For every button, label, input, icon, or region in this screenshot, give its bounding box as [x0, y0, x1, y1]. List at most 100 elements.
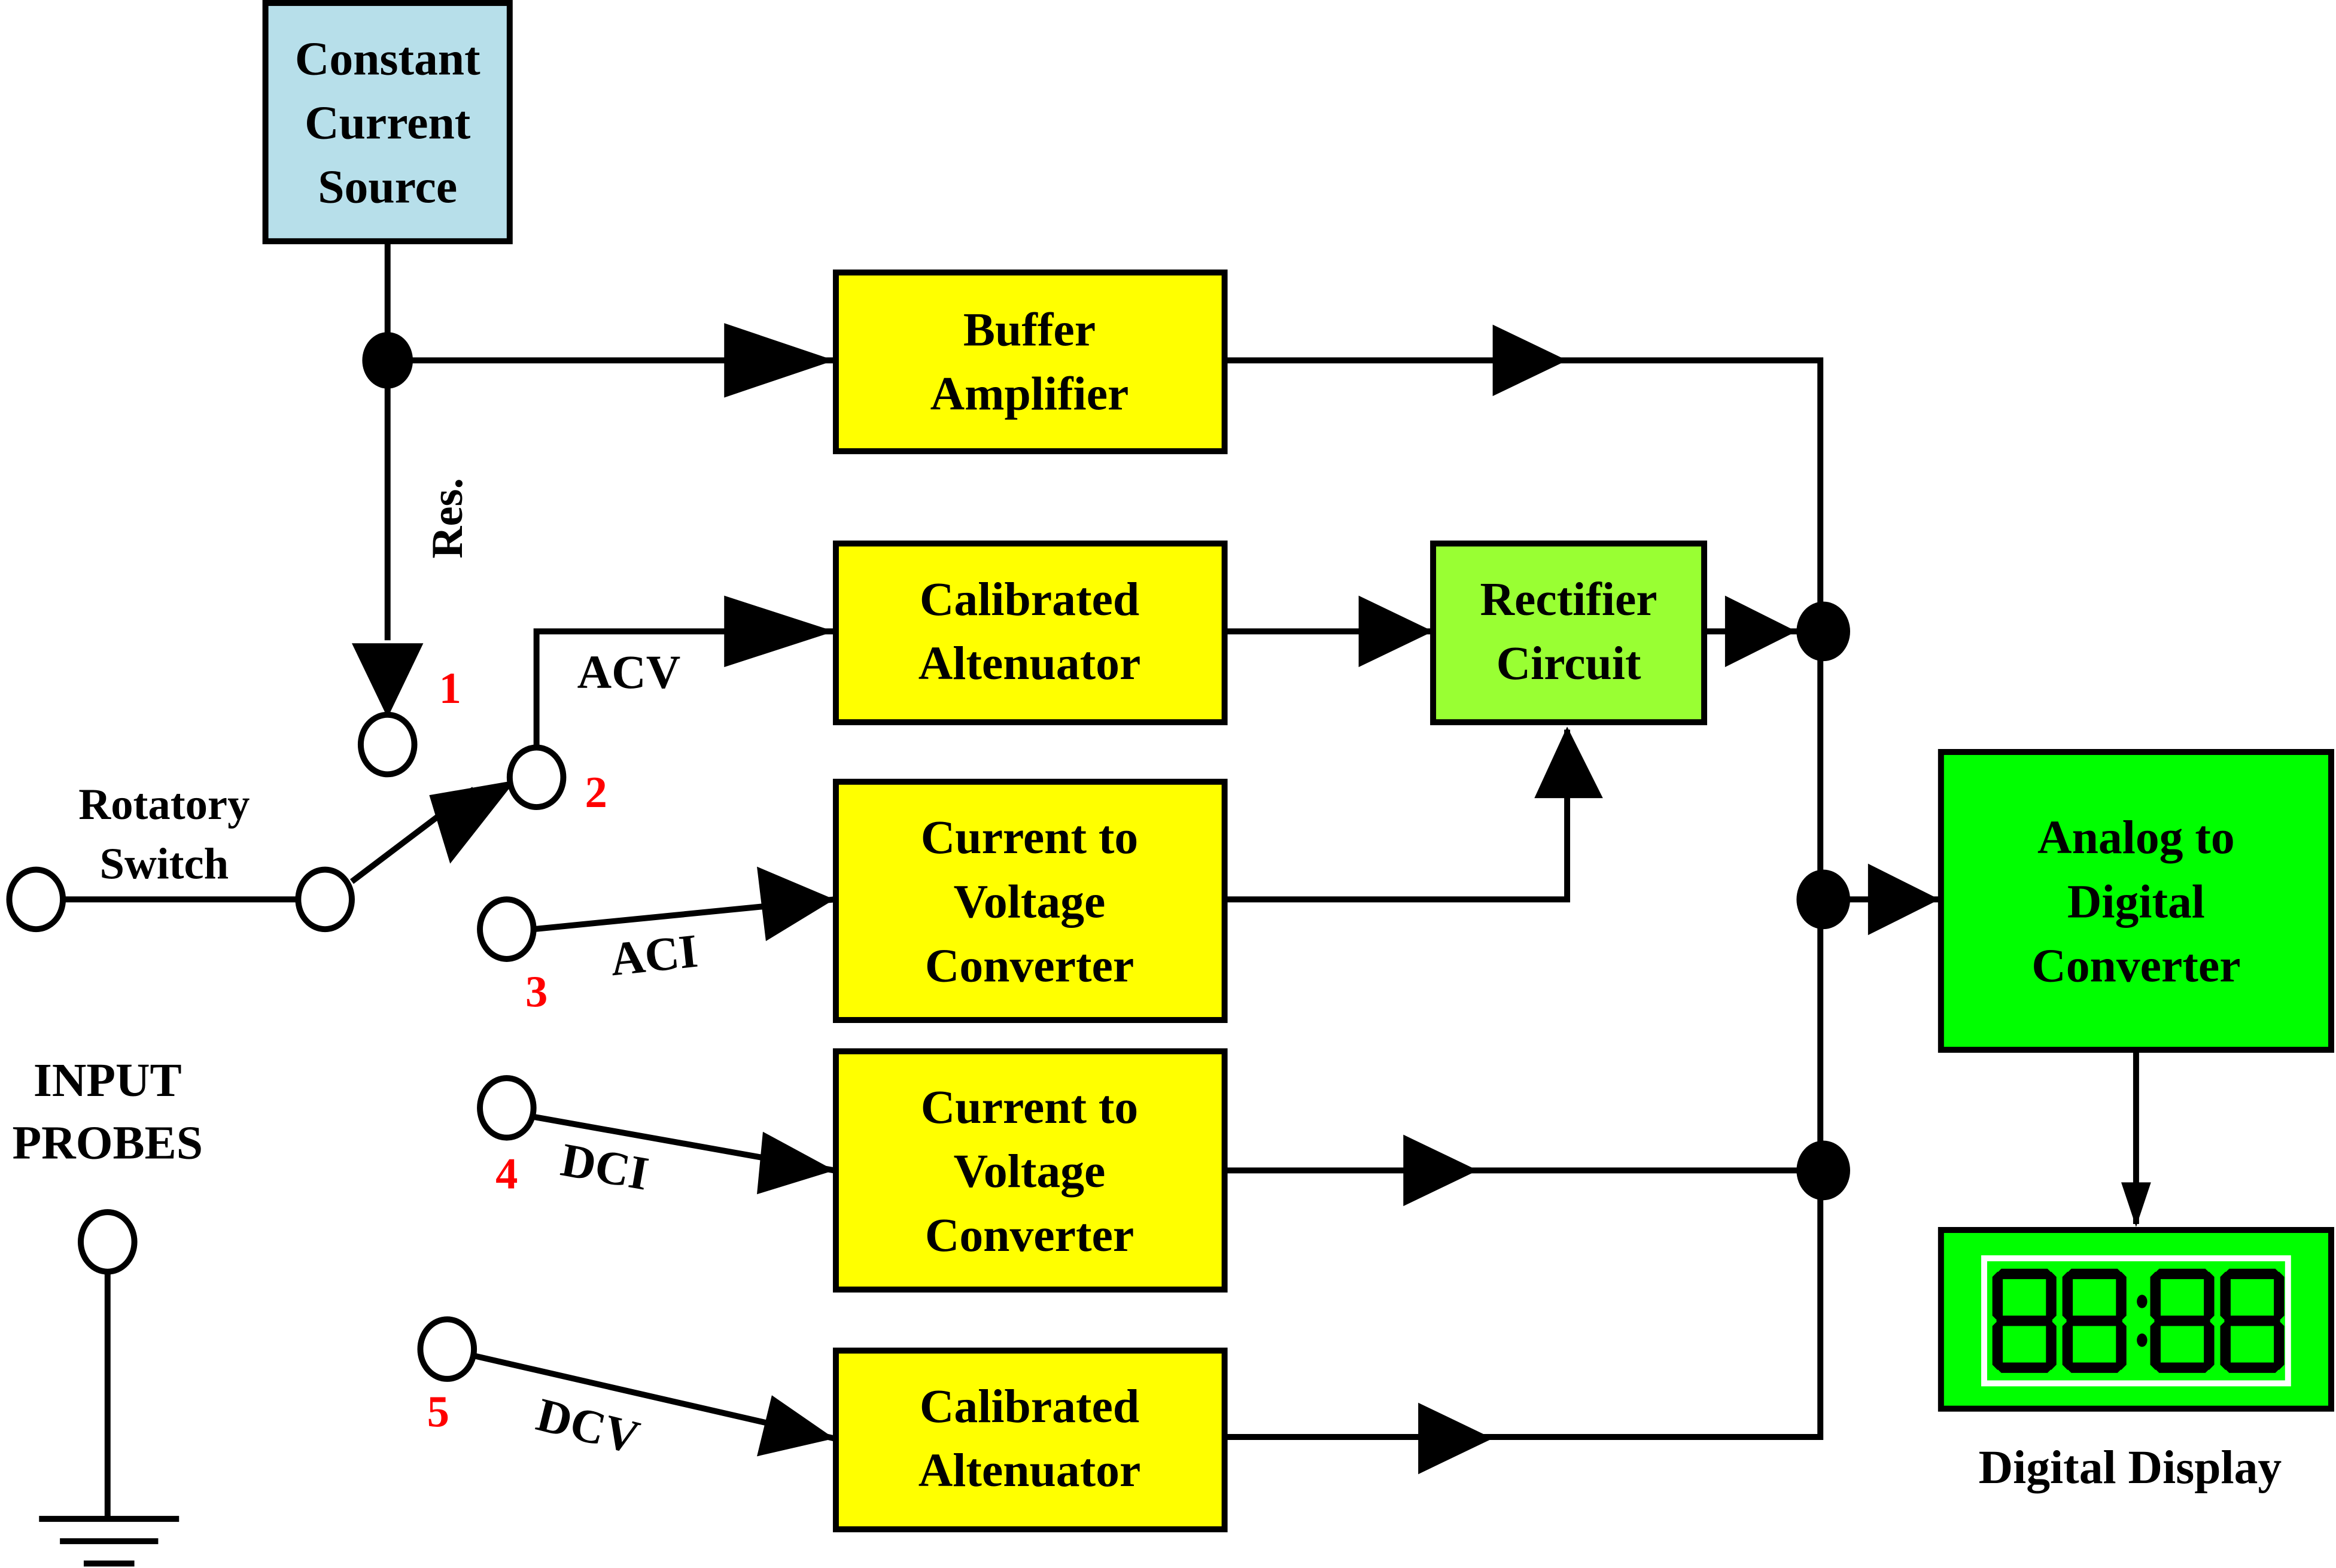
switch-input-terminal[interactable]	[6, 866, 66, 933]
block-label-line: Buffer	[963, 303, 1096, 356]
arrow-dcv-icon	[757, 1395, 835, 1457]
arrow-rect-out-icon	[1724, 595, 1797, 668]
block-box	[832, 1347, 1228, 1533]
terminal-5[interactable]	[417, 1316, 477, 1382]
block-label-line: Analog to	[2037, 811, 2235, 864]
block-label-line: Digital	[2067, 875, 2205, 928]
arrow-aci-icon	[757, 866, 835, 942]
display-colon-dot	[2137, 1295, 2148, 1308]
terminal-number-3: 3	[525, 967, 548, 1017]
display-segment	[1996, 1268, 2053, 1280]
block-current-to-voltage-ac[interactable]: Current to Voltage Converter	[832, 778, 1228, 1023]
block-constant-current-source[interactable]: Constant Current Source	[262, 0, 513, 245]
display-segment	[2066, 1316, 2123, 1326]
block-label-line: Voltage	[954, 875, 1106, 928]
arrow-to-adc-icon	[1867, 863, 1940, 936]
acv-label: ACV	[577, 646, 681, 699]
probe-terminal[interactable]	[77, 1209, 138, 1275]
block-label-line: Altenuator	[918, 1444, 1141, 1497]
input-probes-label-line2: PROBES	[12, 1117, 203, 1170]
switch-pivot-terminal[interactable]	[295, 866, 355, 933]
display-segment	[2046, 1320, 2057, 1370]
junction-dot	[362, 332, 413, 389]
display-colon-dot	[2137, 1333, 2148, 1347]
display-segment	[2154, 1362, 2211, 1373]
terminal-number-4: 4	[495, 1149, 518, 1198]
block-label-line: Current to	[921, 1081, 1138, 1134]
display-segment	[2274, 1271, 2285, 1321]
display-segment	[2224, 1362, 2281, 1373]
arrow-to-display-icon	[2121, 1182, 2151, 1228]
display-segment	[2224, 1316, 2281, 1326]
arrow-to-rectifier-icon	[1358, 595, 1434, 668]
display-segment	[2154, 1268, 2211, 1280]
aci-label: ACI	[608, 925, 700, 987]
display-segment	[2116, 1271, 2127, 1321]
display-segment	[2224, 1268, 2281, 1280]
display-segment	[1996, 1362, 2053, 1373]
block-box	[832, 269, 1228, 455]
block-adc[interactable]: Analog to Digital Converter	[1937, 749, 2334, 1053]
terminal-2[interactable]	[506, 744, 567, 811]
display-segment	[2204, 1271, 2215, 1321]
terminal-number-1: 1	[439, 663, 461, 713]
display-segment	[2150, 1320, 2161, 1370]
block-label-line: Voltage	[954, 1145, 1106, 1198]
arrow-acv-icon	[724, 595, 835, 668]
block-label-line: Circuit	[1496, 637, 1641, 690]
display-segment	[1996, 1316, 2053, 1326]
display-segment	[2062, 1271, 2073, 1321]
display-segment	[2062, 1320, 2073, 1370]
terminal-3[interactable]	[477, 896, 537, 962]
display-segment	[2046, 1271, 2057, 1321]
block-label-line: Current	[305, 96, 471, 149]
terminal-number-5: 5	[427, 1387, 449, 1437]
block-current-to-voltage-dc[interactable]: Current to Voltage Converter	[832, 1048, 1228, 1293]
arrow-res-down-icon	[351, 643, 424, 718]
terminal-number-2: 2	[585, 768, 607, 817]
input-probes-label-line1: INPUT	[34, 1054, 182, 1107]
arrow-dci-icon	[757, 1131, 835, 1195]
block-box	[1430, 540, 1708, 726]
block-label-line: Converter	[925, 1209, 1134, 1262]
block-box	[832, 540, 1228, 726]
junction-dot	[1796, 601, 1850, 662]
block-label-line: Altenuator	[918, 637, 1141, 690]
arrow-buffer-out-icon	[1492, 324, 1568, 397]
display-segment	[2220, 1320, 2231, 1370]
display-segment	[2274, 1320, 2285, 1370]
block-label-line: Source	[318, 161, 457, 214]
display-segment	[2066, 1268, 2123, 1280]
block-label-line: Current to	[921, 811, 1138, 864]
junction-dot	[1796, 869, 1850, 930]
dci-label: DCI	[557, 1134, 652, 1201]
terminal-4[interactable]	[477, 1075, 537, 1141]
display-segment	[1992, 1271, 2003, 1321]
block-calibrated-attenuator-dc[interactable]: Calibrated Altenuator	[832, 1347, 1228, 1533]
arrow-up-rectifier-icon	[1534, 726, 1603, 799]
digital-display-label: Digital Display	[1979, 1441, 2282, 1494]
junction-dot	[1796, 1140, 1850, 1201]
display-segment	[2220, 1271, 2231, 1321]
display-segment	[2204, 1320, 2215, 1370]
display-segment	[2066, 1362, 2123, 1373]
dcv-label: DCV	[531, 1389, 644, 1465]
display-segment	[2154, 1316, 2211, 1326]
block-buffer-amplifier[interactable]: Buffer Amplifier	[832, 269, 1228, 455]
arrow-dc-ci-out-icon	[1403, 1134, 1478, 1207]
display-segment	[2116, 1320, 2127, 1370]
multimeter-block-diagram: 1 2 3 4 5 Res. ACV ACI DCI DCV Rotatory …	[6, 0, 2334, 1567]
block-calibrated-attenuator-ac[interactable]: Calibrated Altenuator	[832, 540, 1228, 726]
display-segment	[2150, 1271, 2161, 1321]
block-label-line: Converter	[2031, 939, 2240, 992]
block-rectifier-circuit[interactable]: Rectifier Circuit	[1430, 540, 1708, 726]
res-label: Res.	[422, 478, 472, 559]
wire-ci-to-rect	[1224, 729, 1571, 903]
block-label-line: Constant	[295, 32, 480, 85]
terminal-1[interactable]	[357, 711, 418, 778]
arrow-to-buffer-icon	[724, 323, 835, 398]
block-label-line: Converter	[925, 939, 1134, 992]
block-label-line: Rectifier	[1480, 573, 1657, 626]
arrow-dcv-out-icon	[1418, 1402, 1493, 1475]
rotatory-switch-label-line1: Rotatory	[78, 780, 250, 829]
